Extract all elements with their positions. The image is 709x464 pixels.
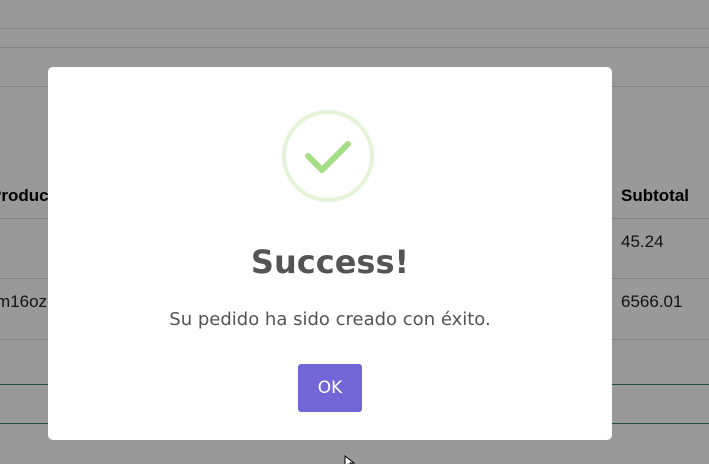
dialog-message: Su pedido ha sido creado con éxito.	[169, 309, 491, 330]
check-circle-icon	[282, 110, 374, 202]
ok-button[interactable]: OK	[298, 364, 362, 412]
page: Producto Subtotal 45.24 m16oz 6566.01 Su…	[0, 0, 709, 464]
mouse-cursor-icon	[344, 455, 356, 464]
dialog-title: Success!	[250, 243, 410, 281]
success-dialog: Success! Su pedido ha sido creado con éx…	[48, 67, 612, 440]
